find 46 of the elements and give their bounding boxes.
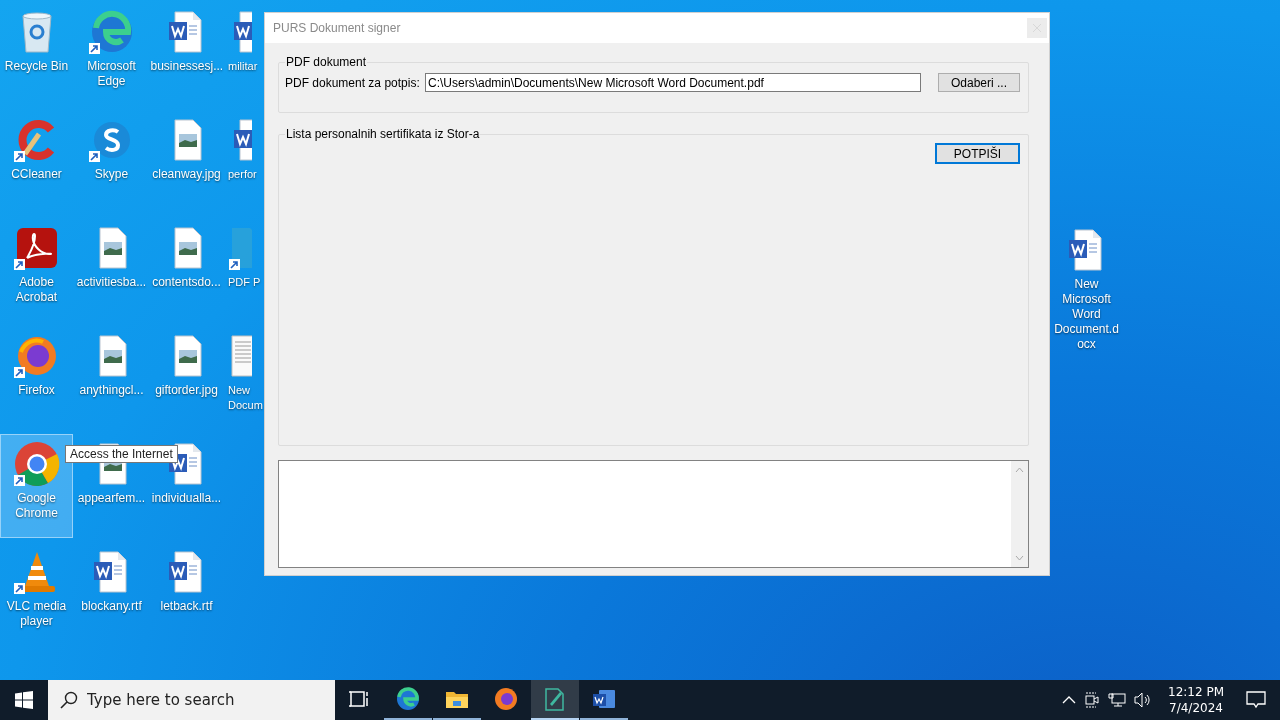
input-field[interactable]: C:\Users\admin\Documents\New Microsoft Word Document.pdf xyxy=(425,73,921,92)
search-field[interactable]: Type here to search xyxy=(48,680,335,720)
icon-label[interactable]: letback.rtf xyxy=(160,599,213,614)
icon-label[interactable]: contentsdo... xyxy=(152,275,221,290)
icon-label[interactable]: blockany.rtf xyxy=(81,599,142,614)
icon-label[interactable]: Adobe Acrobat xyxy=(1,275,72,305)
icon-label[interactable]: Firefox xyxy=(18,383,55,398)
network-icon[interactable] xyxy=(1108,692,1126,708)
icon-label[interactable]: PDF P xyxy=(228,275,261,290)
window-title: PURS Dokument signer xyxy=(273,21,401,35)
field-label: PDF dokument za potpis: xyxy=(285,75,421,90)
scroll-up-icon xyxy=(1015,467,1024,473)
icon-label[interactable]: militar xyxy=(228,59,258,74)
icon-label[interactable]: Recycle Bin xyxy=(4,59,69,74)
edge-icon xyxy=(395,686,421,712)
scroll-down-icon xyxy=(1015,555,1024,561)
icon-label[interactable]: anythingcl... xyxy=(79,383,144,398)
tooltip: Access the Internet xyxy=(65,445,178,463)
icon-label[interactable]: New Docum xyxy=(228,383,263,413)
desktop-shortcut[interactable]: New Microsoft Word Document.docx xyxy=(1050,220,1123,355)
volume-icon[interactable] xyxy=(1134,692,1152,708)
group-title: Lista personalnih sertifikata iz Stor-a xyxy=(285,127,481,141)
icon-label[interactable]: CCleaner xyxy=(11,167,62,182)
search-icon xyxy=(60,691,78,709)
icon-label[interactable]: giftorder.jpg xyxy=(155,383,218,398)
chevron-up-icon[interactable] xyxy=(1062,695,1076,705)
browse-button[interactable]: Odaberi ... xyxy=(938,73,1020,92)
taskbar-button[interactable] xyxy=(531,680,579,720)
icon-label[interactable]: cleanway.jpg xyxy=(152,167,221,182)
camera-icon[interactable] xyxy=(1084,691,1100,709)
notification-icon[interactable] xyxy=(1246,691,1266,709)
icon-label[interactable]: individualla... xyxy=(151,491,222,506)
group-title: PDF dokument xyxy=(285,55,368,69)
clock[interactable]: 12:12 PM 7/4/2024 xyxy=(1160,684,1232,716)
icon-label[interactable]: Skype xyxy=(94,167,129,182)
firefox-icon xyxy=(493,686,519,712)
scrollbar[interactable] xyxy=(1011,461,1028,567)
icon-label[interactable]: Microsoft Edge xyxy=(76,59,147,89)
text-area[interactable] xyxy=(278,460,1029,568)
icon-label[interactable]: perfor xyxy=(228,167,257,182)
icon-label[interactable]: appearfem... xyxy=(77,491,146,506)
icon-label[interactable]: VLC media player xyxy=(1,599,72,629)
icon-label[interactable]: activitiesba... xyxy=(76,275,147,290)
icon-label[interactable]: businessesj... xyxy=(150,59,223,74)
windows-icon xyxy=(15,691,33,709)
sign-button[interactable]: POTPIŠI xyxy=(935,143,1020,164)
